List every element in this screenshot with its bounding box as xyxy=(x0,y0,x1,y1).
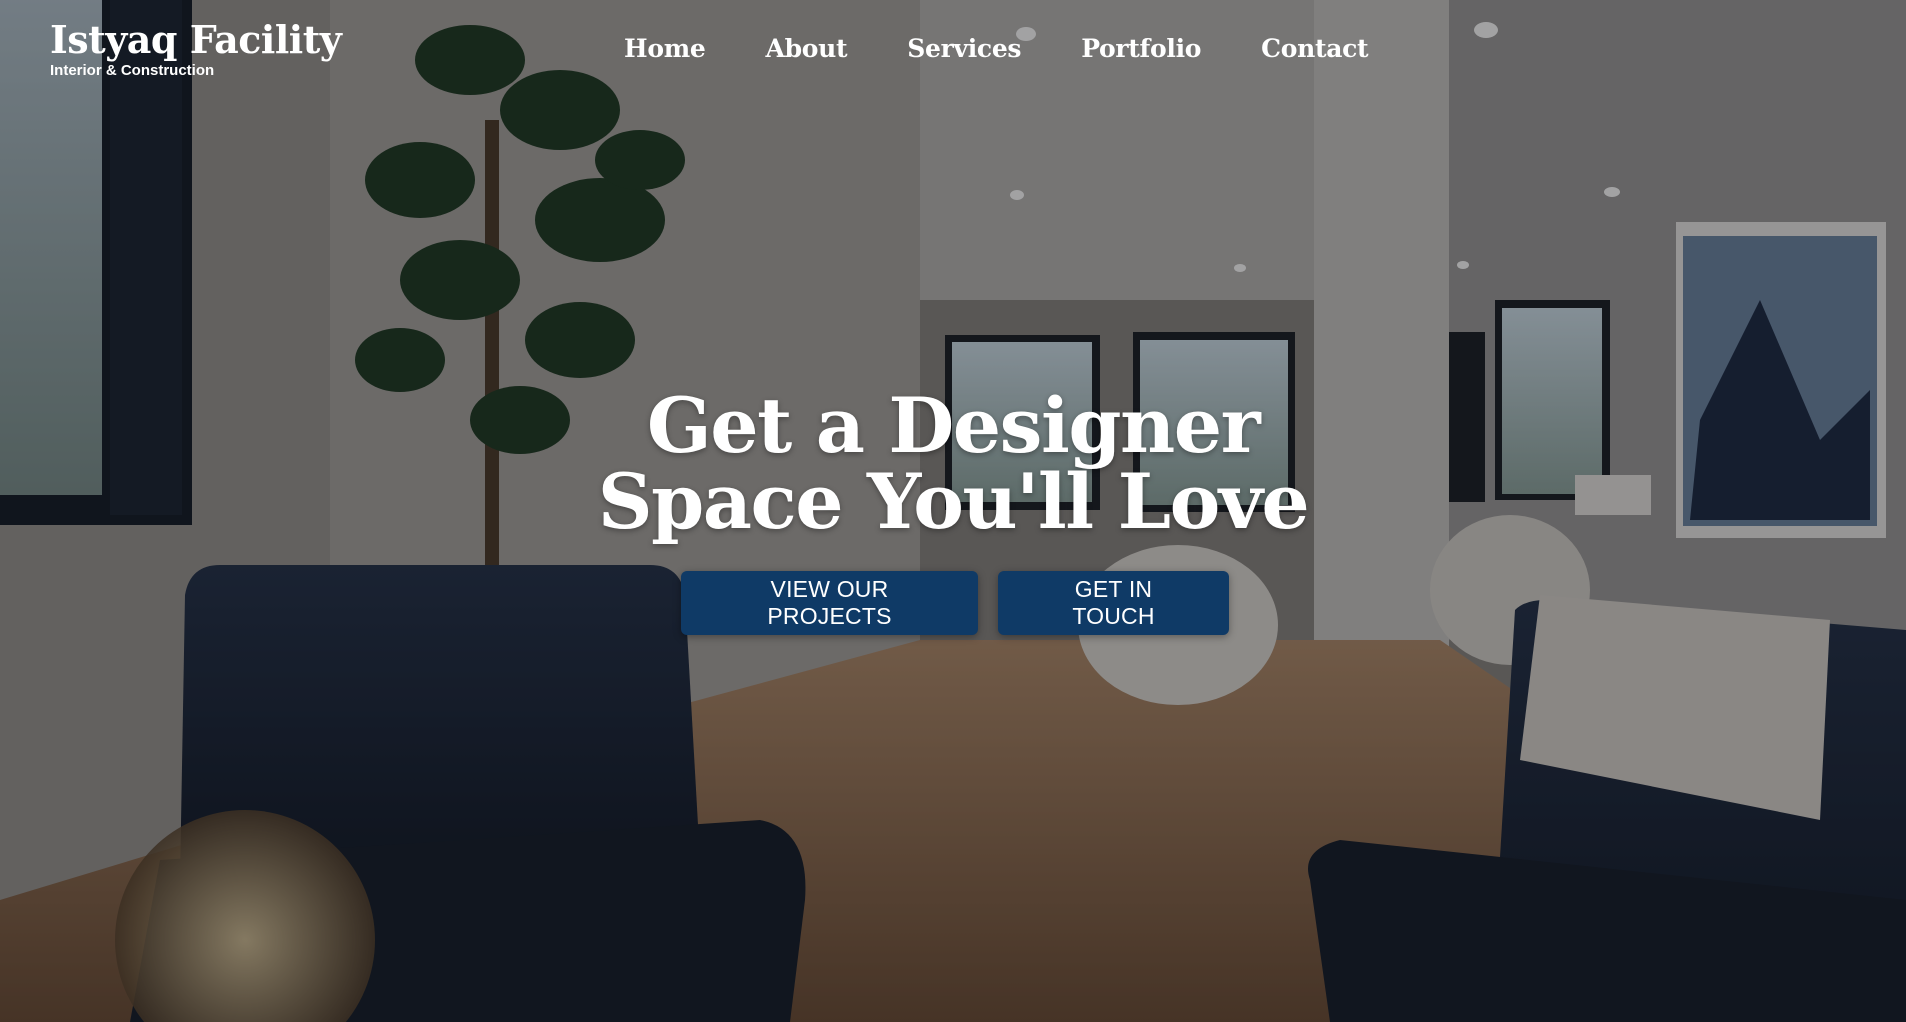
hero-headline: Get a Designer Space You'll Love xyxy=(0,388,1906,540)
nav-link-about[interactable]: About xyxy=(765,32,847,66)
main-nav: Home About Services Portfolio Contact xyxy=(624,32,1369,66)
hero-headline-line1: Get a Designer xyxy=(646,381,1261,470)
hero-section: Istyaq Facility Interior & Construction … xyxy=(0,0,1906,1022)
brand-logo[interactable]: Istyaq Facility Interior & Construction xyxy=(50,17,342,80)
nav-link-contact[interactable]: Contact xyxy=(1261,32,1368,66)
brand-subtitle: Interior & Construction xyxy=(50,62,215,79)
hero-cta-group: VIEW OUR PROJECTS GET IN TOUCH xyxy=(681,571,1229,635)
get-in-touch-button[interactable]: GET IN TOUCH xyxy=(998,571,1229,635)
brand-title: Istyaq Facility xyxy=(50,17,342,62)
nav-link-portfolio[interactable]: Portfolio xyxy=(1081,32,1201,66)
nav-link-home[interactable]: Home xyxy=(624,32,706,66)
view-projects-button[interactable]: VIEW OUR PROJECTS xyxy=(681,571,978,635)
hero-headline-line2: Space You'll Love xyxy=(597,457,1310,546)
nav-link-services[interactable]: Services xyxy=(907,32,1021,66)
